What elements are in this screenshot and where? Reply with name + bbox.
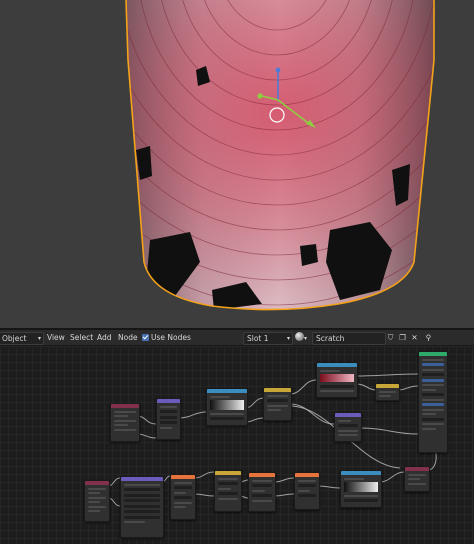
node-principled-bsdf[interactable] [418, 351, 448, 453]
node-links [106, 373, 437, 507]
node-noise-texture[interactable] [206, 388, 248, 426]
node-math-2[interactable] [248, 472, 276, 512]
delete-icon[interactable]: ✕ [410, 332, 419, 343]
node-color-ramp[interactable] [263, 387, 292, 421]
pin-icon[interactable]: ⚲ [424, 332, 433, 343]
duplicate-icon[interactable]: ❐ [398, 332, 407, 343]
node-color-ramp-2[interactable] [214, 470, 242, 512]
dropdown-arrow-icon: ▾ [286, 335, 290, 342]
node-texture-coordinate[interactable] [110, 403, 140, 442]
dropdown-arrow-icon: ▾ [304, 335, 308, 342]
menu-view[interactable]: View [47, 332, 65, 343]
node-material-output[interactable] [404, 466, 430, 492]
node-color-ramp-3[interactable] [340, 470, 382, 508]
material-sphere-icon [295, 332, 304, 341]
menu-select[interactable]: Select [70, 332, 93, 343]
material-browse-button[interactable]: ▾ [295, 332, 313, 343]
node-mapping[interactable] [156, 398, 181, 440]
node-texture-coordinate-2[interactable] [84, 480, 110, 522]
node-math[interactable] [375, 383, 400, 401]
3d-viewport[interactable] [0, 0, 474, 328]
node-mapping-2[interactable] [120, 476, 164, 538]
node-image-texture[interactable] [170, 474, 196, 520]
node-mix-rgb[interactable] [316, 362, 358, 398]
mode-dropdown-label: Object [2, 334, 27, 343]
node-bump[interactable] [334, 412, 362, 442]
dropdown-arrow-icon: ▾ [37, 335, 41, 342]
menu-add[interactable]: Add [97, 332, 112, 343]
node-editor-header: Object ▾ View Select Add Node Use Nodes … [0, 330, 474, 346]
slot-dropdown-label: Slot 1 [247, 334, 269, 343]
cylinder-mesh[interactable] [0, 0, 474, 320]
node-editor-canvas[interactable] [0, 346, 474, 544]
checkbox-icon[interactable] [142, 334, 149, 341]
use-nodes-toggle[interactable]: Use Nodes [142, 332, 191, 343]
viewport-canvas[interactable] [0, 0, 474, 328]
material-name-label: Scratch [316, 334, 345, 343]
menu-node[interactable]: Node [118, 332, 138, 343]
node-mix-2[interactable] [294, 472, 320, 510]
use-nodes-label: Use Nodes [151, 333, 191, 342]
slot-dropdown[interactable]: Slot 1 ▾ [243, 332, 293, 345]
mode-dropdown[interactable]: Object ▾ [0, 332, 44, 345]
shield-icon[interactable]: ⛉ [386, 332, 395, 343]
material-name-field[interactable]: Scratch [312, 332, 386, 345]
